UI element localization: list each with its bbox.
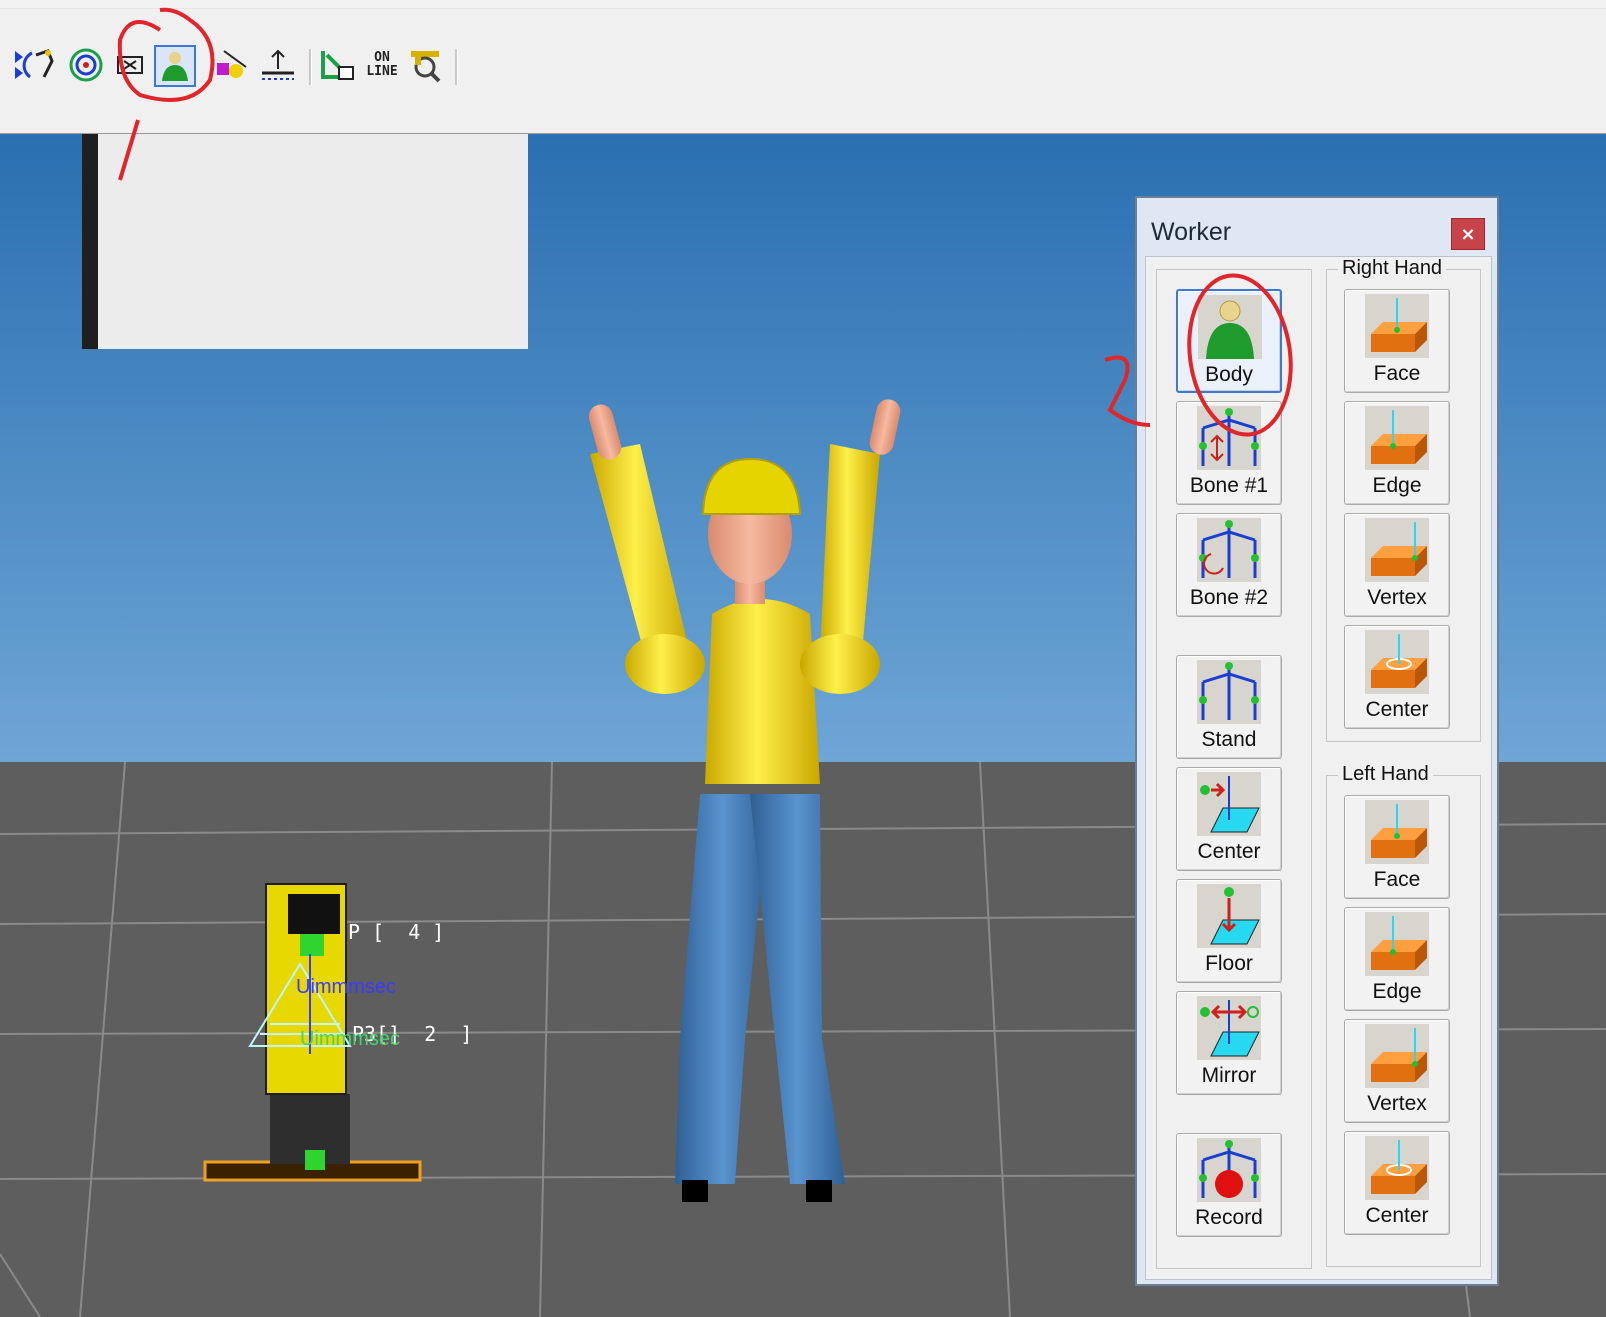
center-button-label: Center <box>1197 840 1261 863</box>
right-hand-edge-button[interactable]: Edge <box>1344 401 1450 505</box>
robot-arm-rotate-icon[interactable] <box>20 45 60 85</box>
right-hand-vertex-label: Vertex <box>1367 586 1427 609</box>
left-hand-face-label: Face <box>1373 868 1421 891</box>
vertex-icon <box>1365 1024 1429 1088</box>
right-hand-vertex-button[interactable]: Vertex <box>1344 513 1450 617</box>
bone-rotate-icon <box>1197 518 1261 582</box>
left-hand-center-label: Center <box>1365 1204 1429 1227</box>
record-button-label: Record <box>1195 1206 1263 1229</box>
bone1-button[interactable]: Bone #1 <box>1176 401 1282 505</box>
body-button[interactable]: Body <box>1176 289 1282 393</box>
inspect-icon[interactable] <box>406 45 446 85</box>
target-icon[interactable] <box>66 45 106 85</box>
floor-icon <box>1197 884 1261 948</box>
left-hand-center-button[interactable]: Center <box>1344 1131 1450 1235</box>
center-plane-icon <box>1197 772 1261 836</box>
online-label-line2: LINE <box>366 64 398 79</box>
floor-button[interactable]: Floor <box>1176 879 1282 983</box>
left-hand-vertex-label: Vertex <box>1367 1092 1427 1115</box>
close-button[interactable]: × <box>1451 218 1485 250</box>
floor-button-label: Floor <box>1205 952 1253 975</box>
bone-translate-icon <box>1197 406 1261 470</box>
worker-panel: Worker × Right Hand Left Hand Body Bone … <box>1135 196 1499 1286</box>
online-icon[interactable]: ON LINE <box>362 45 402 85</box>
face-icon <box>1365 294 1429 358</box>
teach-icon[interactable] <box>318 45 358 85</box>
left-hand-edge-button[interactable]: Edge <box>1344 907 1450 1011</box>
online-label-line1: ON <box>374 50 390 65</box>
worker-panel-title: Worker <box>1151 218 1232 246</box>
frame-icon[interactable] <box>110 45 150 85</box>
stand-button[interactable]: Stand <box>1176 655 1282 759</box>
floating-panel <box>98 134 528 349</box>
worker-icon[interactable] <box>154 45 196 87</box>
bone2-button[interactable]: Bone #2 <box>1176 513 1282 617</box>
body-button-label: Body <box>1205 363 1253 386</box>
stand-button-label: Stand <box>1201 728 1257 751</box>
right-hand-face-button[interactable]: Face <box>1344 289 1450 393</box>
vertex-icon <box>1365 518 1429 582</box>
left-hand-title: Left Hand <box>1338 763 1433 786</box>
timer-label-1: Uimmmsec <box>296 976 396 998</box>
right-hand-edge-label: Edge <box>1372 474 1422 497</box>
bone2-button-label: Bone #2 <box>1189 586 1269 609</box>
bone1-button-label: Bone #1 <box>1189 474 1269 497</box>
left-hand-face-button[interactable]: Face <box>1344 795 1450 899</box>
measure-icon[interactable] <box>258 45 298 85</box>
left-hand-edge-label: Edge <box>1372 980 1422 1003</box>
edge-icon <box>1365 406 1429 470</box>
right-hand-face-label: Face <box>1373 362 1421 385</box>
toolbar-separator-2 <box>455 49 458 85</box>
shape-tool-icon[interactable] <box>212 45 252 85</box>
center-button[interactable]: Center <box>1176 767 1282 871</box>
toolbar: ON LINE <box>0 0 1606 134</box>
worker-panel-body: Right Hand Left Hand Body Bone #1 Bone #… <box>1145 256 1492 1280</box>
toolbar-strip: ON LINE <box>0 8 1606 133</box>
face-icon <box>1365 800 1429 864</box>
record-button[interactable]: Record <box>1176 1133 1282 1237</box>
body-icon <box>1198 295 1262 359</box>
mirror-button[interactable]: Mirror <box>1176 991 1282 1095</box>
right-hand-center-button[interactable]: Center <box>1344 625 1450 729</box>
position-label-p4: P [ 4 ] <box>348 920 445 944</box>
edge-icon <box>1365 912 1429 976</box>
stand-icon <box>1197 660 1261 724</box>
record-icon <box>1197 1138 1261 1202</box>
center-icon <box>1365 1136 1429 1200</box>
timer-label-2: Uimmmsec <box>300 1028 400 1050</box>
mirror-icon <box>1197 996 1261 1060</box>
right-hand-title: Right Hand <box>1338 257 1447 280</box>
right-hand-center-label: Center <box>1365 698 1429 721</box>
toolbar-separator <box>309 49 312 85</box>
mirror-button-label: Mirror <box>1201 1064 1257 1087</box>
left-hand-vertex-button[interactable]: Vertex <box>1344 1019 1450 1123</box>
center-icon <box>1365 630 1429 694</box>
